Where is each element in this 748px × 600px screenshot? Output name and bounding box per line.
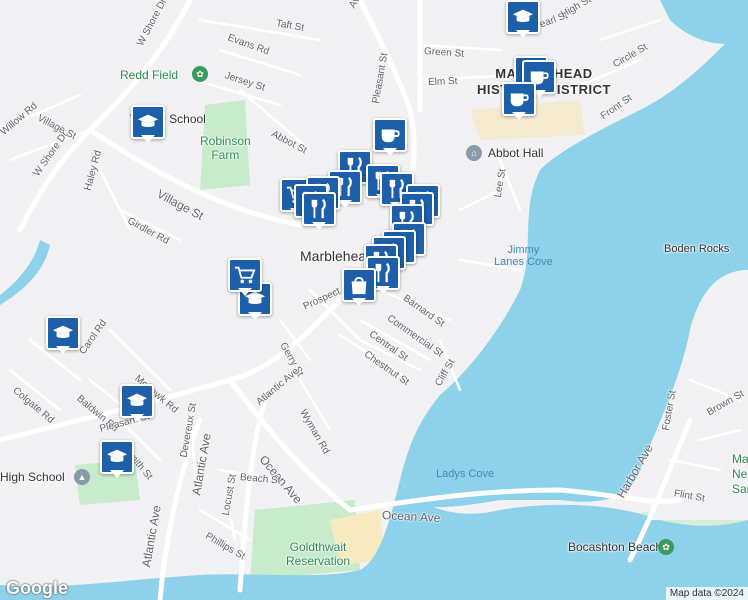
graduation-cap-icon (512, 9, 534, 23)
ladys-cove-label: Ladys Cove (436, 468, 495, 480)
coffee-cup-icon (381, 129, 400, 143)
boden-rocks-label: Boden Rocks (664, 243, 730, 255)
street-label: Ocean Ave (381, 508, 441, 526)
graduation-cap-icon (106, 449, 128, 463)
abbot-hall-label[interactable]: Abbot Hall (488, 146, 543, 160)
high-school-label[interactable]: High School (0, 470, 65, 484)
map-attribution[interactable]: Map data ©2024 (665, 587, 748, 600)
robinson-farm-label[interactable]: Robinson Farm (200, 134, 251, 162)
coffee-cup-icon (510, 93, 529, 107)
cafe-marker[interactable] (373, 118, 407, 158)
street-label: Elm St (427, 75, 458, 88)
school-marker[interactable] (120, 384, 154, 424)
park-icon[interactable]: ✿ (192, 66, 208, 82)
map-canvas[interactable]: Taft St Evans Rd W Shore Dr Jersey St Gr… (0, 0, 748, 600)
restaurant-marker[interactable] (302, 192, 336, 232)
shopping-bag-icon (351, 276, 367, 295)
fork-knife-icon (311, 198, 326, 219)
jimmy-lanes-cove-label: Jimmy Lanes Cove (494, 244, 553, 268)
marblehead-neck-label[interactable]: Marbl Neck W Sanc (732, 452, 748, 497)
graduation-cap-icon (126, 393, 148, 407)
graduation-cap-icon (137, 114, 159, 128)
shopping-cart-icon (234, 266, 256, 284)
redd-field-label[interactable]: Redd Field (120, 68, 178, 82)
park-icon[interactable]: ✿ (658, 539, 674, 555)
shopping-marker[interactable] (342, 268, 376, 308)
goldthwait-label[interactable]: Goldthwait Reservation (286, 540, 350, 568)
graduation-cap-icon (52, 325, 74, 339)
bocashton-beach-label[interactable]: Bocashton Beach (568, 540, 662, 554)
school-marker[interactable] (131, 105, 165, 145)
school-icon[interactable]: ▲ (74, 469, 90, 485)
town-label: Marblehead (300, 248, 374, 264)
school-marker[interactable] (506, 0, 540, 40)
school-marker[interactable] (46, 316, 80, 356)
google-logo: Google (6, 578, 68, 598)
school-marker[interactable] (100, 440, 134, 480)
landmark-icon[interactable]: ⌂ (466, 145, 482, 161)
cafe-marker[interactable] (502, 82, 536, 122)
grocery-marker[interactable] (228, 258, 262, 298)
